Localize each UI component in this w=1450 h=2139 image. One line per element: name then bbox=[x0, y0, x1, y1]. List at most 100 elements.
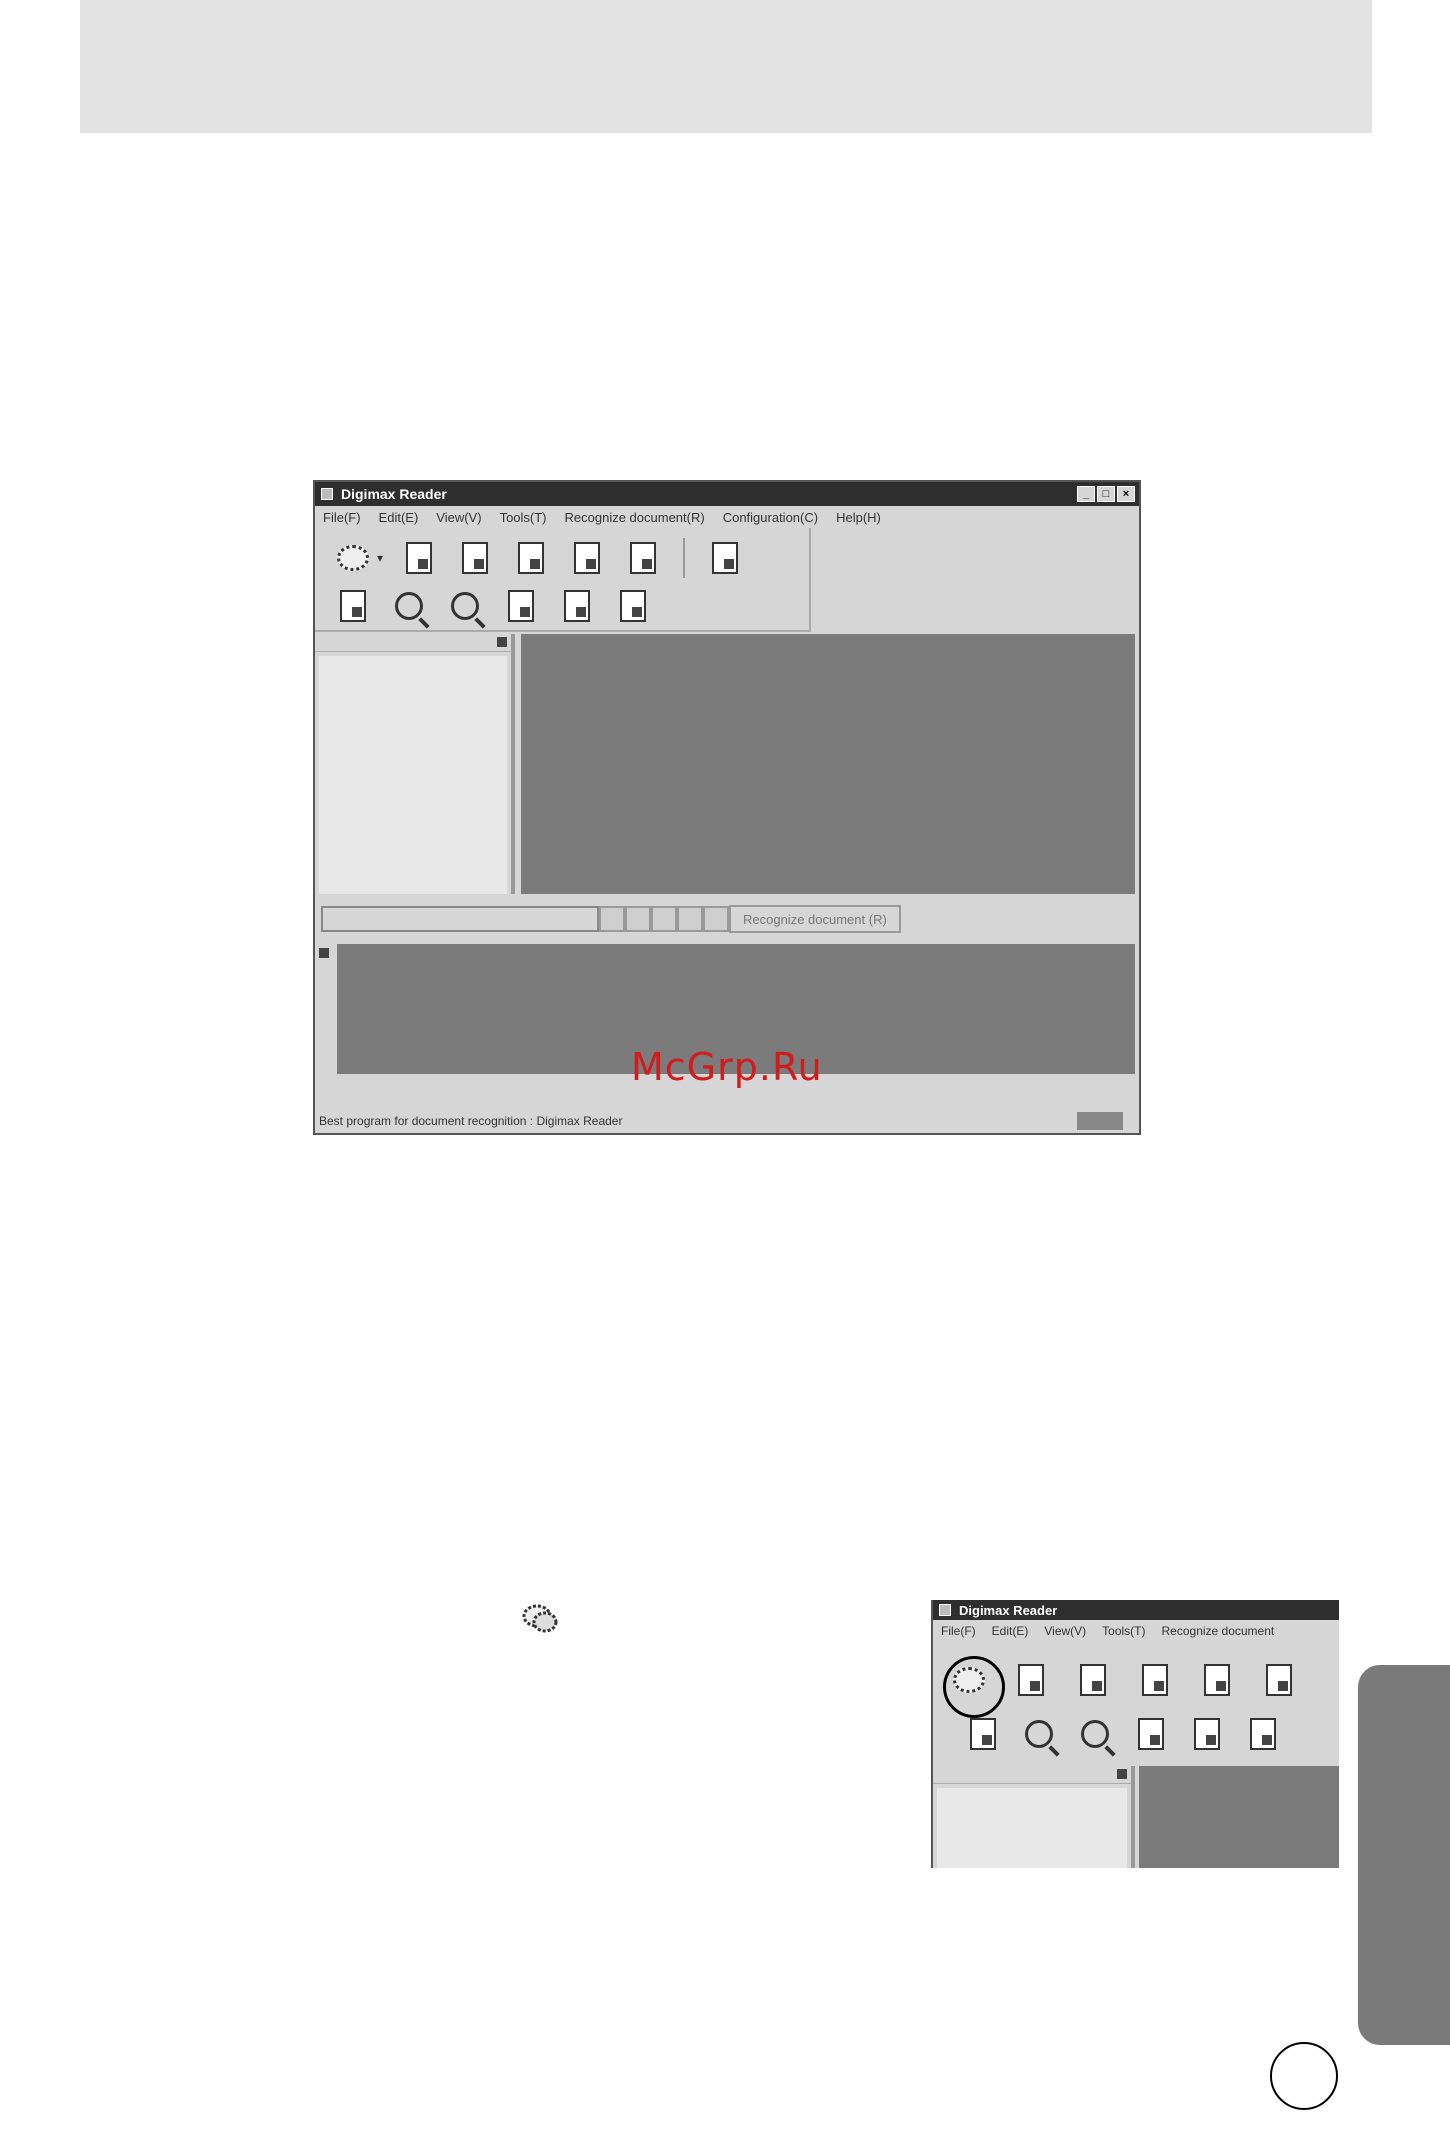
wizard-button[interactable] bbox=[705, 538, 745, 578]
save-document-icon bbox=[518, 542, 545, 574]
toolbar-separator bbox=[683, 538, 686, 578]
layout-icon bbox=[564, 590, 590, 622]
layout-icon bbox=[1194, 1718, 1220, 1750]
copy-button[interactable] bbox=[963, 1714, 1003, 1754]
thumbnail-pane-header bbox=[933, 1766, 1131, 1784]
thumbnail-pane bbox=[315, 634, 515, 894]
properties-button[interactable] bbox=[1243, 1714, 1283, 1754]
section-tab bbox=[1358, 1665, 1450, 2045]
open-document-icon bbox=[1018, 1664, 1044, 1696]
menu-help[interactable]: Help(H) bbox=[836, 510, 881, 525]
save-button[interactable] bbox=[511, 538, 551, 578]
save-button[interactable] bbox=[1135, 1660, 1175, 1700]
menu-bar: File(F) Edit(E) View(V) Tools(T) Recogni… bbox=[315, 506, 1139, 528]
scan-icon bbox=[522, 1604, 558, 1633]
menu-edit[interactable]: Edit(E) bbox=[992, 1624, 1029, 1638]
scan-button[interactable] bbox=[333, 538, 373, 578]
menu-edit[interactable]: Edit(E) bbox=[379, 510, 419, 525]
copy-icon bbox=[970, 1718, 996, 1750]
last-page-button[interactable] bbox=[677, 906, 703, 932]
first-page-button[interactable] bbox=[599, 906, 625, 932]
open-button[interactable] bbox=[399, 538, 439, 578]
manual-page: Digimax Reader _ □ × File(F) Edit(E) Vie… bbox=[0, 0, 1450, 2139]
menu-view[interactable]: View(V) bbox=[1044, 1624, 1086, 1638]
recognize-button[interactable] bbox=[567, 538, 607, 578]
page-icon bbox=[1138, 1718, 1164, 1750]
layout-button[interactable] bbox=[557, 586, 597, 626]
edit-document-icon bbox=[462, 542, 489, 574]
zoom-in-button[interactable] bbox=[389, 586, 429, 626]
status-text: Best program for document recognition : … bbox=[319, 1114, 623, 1128]
menu-file[interactable]: File(F) bbox=[323, 510, 361, 525]
export-icon bbox=[630, 542, 657, 574]
inset-title-bar: Digimax Reader bbox=[933, 1600, 1339, 1620]
wizard-icon bbox=[712, 542, 739, 574]
zoom-out-button[interactable] bbox=[1075, 1714, 1115, 1754]
copy-button[interactable] bbox=[333, 586, 373, 626]
page-icon bbox=[508, 590, 534, 622]
go-button[interactable] bbox=[703, 906, 729, 932]
menu-configuration[interactable]: Configuration(C) bbox=[723, 510, 818, 525]
toolbar-row-1: ▾ bbox=[333, 538, 745, 578]
dropdown-arrow-icon[interactable]: ▾ bbox=[377, 551, 383, 565]
highlight-circle bbox=[943, 1656, 1005, 1718]
menu-file[interactable]: File(F) bbox=[941, 1624, 976, 1638]
copy-icon bbox=[340, 590, 366, 622]
page-button[interactable] bbox=[501, 586, 541, 626]
properties-icon bbox=[1250, 1718, 1276, 1750]
menu-tools[interactable]: Tools(T) bbox=[1102, 1624, 1145, 1638]
properties-button[interactable] bbox=[613, 586, 653, 626]
recognize-button[interactable] bbox=[1197, 1660, 1237, 1700]
recognize-icon bbox=[574, 542, 601, 574]
inset-menu-bar: File(F) Edit(E) View(V) Tools(T) Recogni… bbox=[933, 1620, 1339, 1642]
prev-page-button[interactable] bbox=[625, 906, 651, 932]
zoom-in-icon bbox=[1025, 1720, 1053, 1748]
app-icon bbox=[321, 488, 333, 500]
toolbar: ▾ bbox=[315, 528, 811, 632]
close-button[interactable]: × bbox=[1117, 486, 1135, 502]
inset-toolbar-row-2 bbox=[963, 1714, 1283, 1754]
recognize-document-button[interactable]: Recognize document (R) bbox=[729, 905, 901, 933]
layout-button[interactable] bbox=[1187, 1714, 1227, 1754]
app-icon bbox=[939, 1604, 951, 1616]
menu-tools[interactable]: Tools(T) bbox=[500, 510, 547, 525]
status-bar: Best program for document recognition : … bbox=[315, 1109, 1139, 1133]
save-document-icon bbox=[1142, 1664, 1168, 1696]
zoom-in-button[interactable] bbox=[1019, 1714, 1059, 1754]
zoomed-toolbar-inset: Digimax Reader File(F) Edit(E) View(V) T… bbox=[931, 1600, 1339, 1868]
pane-handle-icon[interactable] bbox=[319, 948, 329, 958]
page-selector[interactable] bbox=[321, 906, 599, 932]
page-number-circle bbox=[1270, 2042, 1338, 2110]
thumbnail-list[interactable] bbox=[319, 656, 507, 894]
edit-document-button[interactable] bbox=[1073, 1660, 1113, 1700]
zoom-out-icon bbox=[451, 592, 479, 620]
thumbnail-pane-header bbox=[315, 634, 511, 652]
image-view-pane[interactable] bbox=[521, 634, 1135, 894]
inset-image-view-pane[interactable] bbox=[1139, 1766, 1339, 1868]
menu-view[interactable]: View(V) bbox=[436, 510, 481, 525]
menu-recognize-document[interactable]: Recognize document bbox=[1162, 1624, 1275, 1638]
next-page-button[interactable] bbox=[651, 906, 677, 932]
export-icon bbox=[1266, 1664, 1292, 1696]
scan-icon bbox=[337, 545, 369, 571]
title-bar: Digimax Reader _ □ × bbox=[315, 482, 1139, 506]
page-button[interactable] bbox=[1131, 1714, 1171, 1754]
window-title: Digimax Reader bbox=[341, 486, 447, 502]
open-button[interactable] bbox=[1011, 1660, 1051, 1700]
export-button[interactable] bbox=[623, 538, 663, 578]
minimize-button[interactable]: _ bbox=[1077, 486, 1095, 502]
edit-document-icon bbox=[1080, 1664, 1106, 1696]
navigation-bar: Recognize document (R) bbox=[321, 904, 921, 934]
maximize-button[interactable]: □ bbox=[1097, 486, 1115, 502]
zoom-in-icon bbox=[395, 592, 423, 620]
menu-recognize-document[interactable]: Recognize document(R) bbox=[565, 510, 705, 525]
open-document-icon bbox=[406, 542, 433, 574]
recognize-icon bbox=[1204, 1664, 1230, 1696]
properties-icon bbox=[620, 590, 646, 622]
watermark: McGrp.Ru bbox=[631, 1045, 823, 1089]
zoom-out-button[interactable] bbox=[445, 586, 485, 626]
edit-document-button[interactable] bbox=[455, 538, 495, 578]
thumbnail-list[interactable] bbox=[937, 1788, 1127, 1868]
inset-thumbnail-pane bbox=[933, 1766, 1135, 1868]
export-button[interactable] bbox=[1259, 1660, 1299, 1700]
